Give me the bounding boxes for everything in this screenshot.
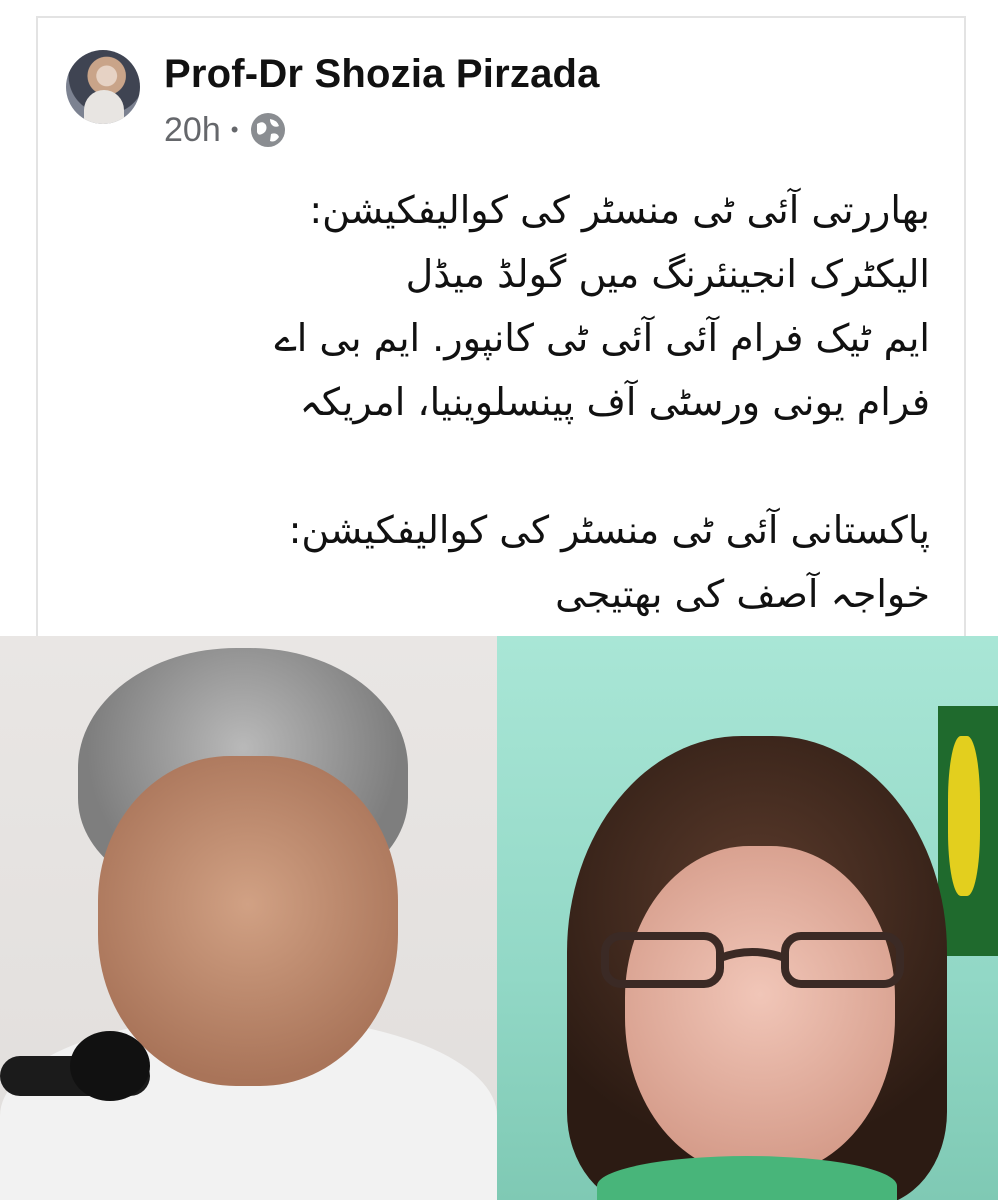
- post-text: بھاررتی آئی ٹی منسٹر کی کوالیفکیشن: الیک…: [70, 178, 930, 626]
- timestamp[interactable]: 20h: [164, 111, 221, 150]
- post-meta: 20h •: [164, 110, 288, 150]
- text-line: بھاررتی آئی ٹی منسٹر کی کوالیفکیشن:: [309, 188, 930, 232]
- photo-left-face: [98, 756, 398, 1086]
- text-line: پاکستانی آئی ٹی منسٹر کی کوالیفکیشن:: [288, 508, 930, 552]
- globe-icon: [251, 113, 286, 147]
- author-name[interactable]: Prof-Dr Shozia Pirzada: [164, 52, 600, 97]
- post-card: Prof-Dr Shozia Pirzada 20h • بھاررتی آئی…: [36, 16, 966, 646]
- glasses-icon: [601, 932, 904, 988]
- microphone-head: [70, 1031, 150, 1101]
- photo-right-flag-accent: [948, 736, 980, 896]
- text-line: خواجہ آصف کی بھتیجی: [555, 572, 930, 616]
- photo-right-face: [625, 846, 895, 1176]
- author-avatar[interactable]: [66, 50, 140, 124]
- text-line: فرام یونی ورسٹی آف پینسلوینیا، امریکہ: [299, 380, 930, 424]
- text-line: ایم ٹیک فرام آئی آئی ٹی کانپور. ایم بی ا…: [274, 316, 930, 360]
- post-photos[interactable]: [0, 636, 998, 1200]
- text-line: الیکٹرک انجینئرنگ میں گولڈ میڈل: [405, 252, 930, 296]
- photo-left[interactable]: [0, 636, 497, 1200]
- meta-separator: •: [230, 117, 239, 142]
- photo-right[interactable]: [497, 636, 998, 1200]
